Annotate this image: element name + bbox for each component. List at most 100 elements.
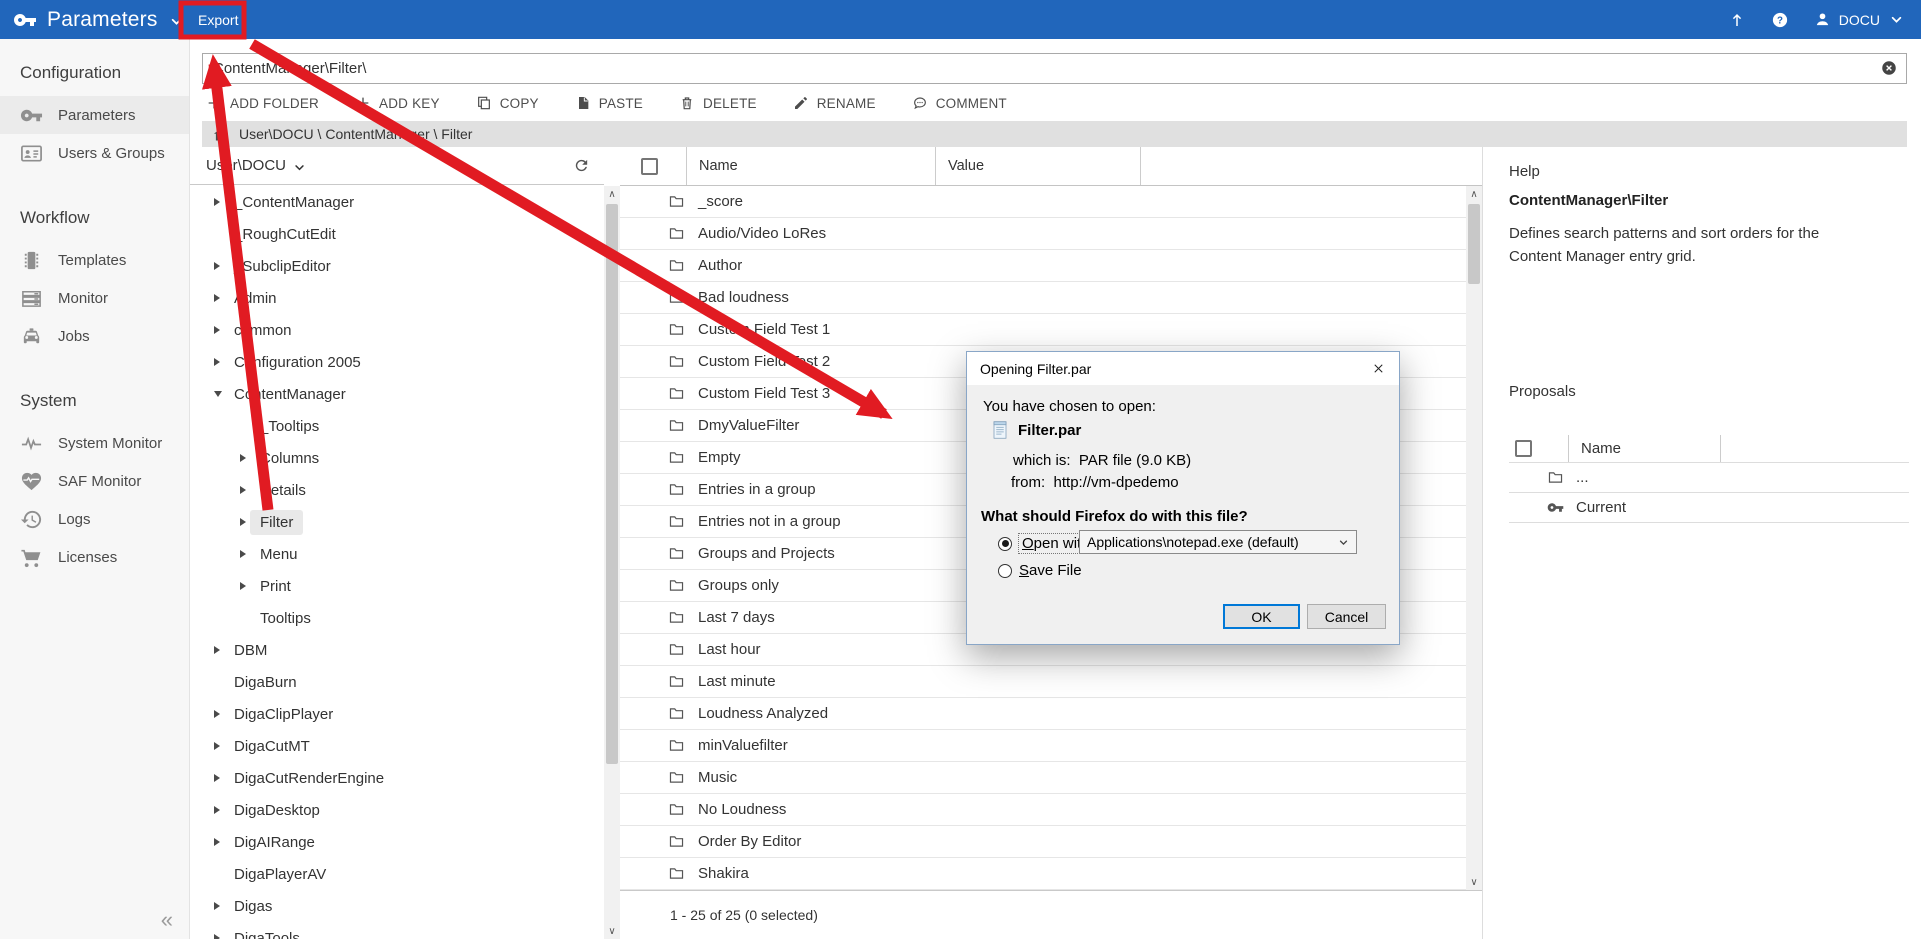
proposal-row[interactable]: ... [1509,463,1909,493]
tree-item[interactable]: Menu [190,538,604,570]
table-row[interactable]: Custom Field Test 1 [620,314,1466,346]
tree-item[interactable]: Tooltips [190,602,604,634]
toolbar-button[interactable]: ADD FOLDER [206,95,319,111]
refresh-icon[interactable] [573,157,590,174]
save-file-label[interactable]: Save File [1019,562,1082,579]
help-icon[interactable]: ? [1771,11,1789,29]
column-header-value[interactable]: Value [935,147,1140,185]
table-scrollbar[interactable] [1466,186,1482,890]
tree-scope-selector[interactable]: User\DOCU [206,157,307,175]
table-row[interactable]: No Loudness [620,794,1466,826]
expander-icon[interactable] [214,890,234,922]
expander-icon[interactable] [214,282,234,314]
expander-icon[interactable] [214,218,234,250]
tree-item[interactable]: DBM [190,634,604,666]
tree-item[interactable]: DigaDesktop [190,794,604,826]
column-header-name[interactable]: Name [686,147,935,185]
table-row[interactable]: minValuefilter [620,730,1466,762]
expander-icon[interactable] [240,442,260,474]
scroll-down-icon[interactable] [604,923,620,939]
table-row[interactable]: _score [620,186,1466,218]
expander-icon[interactable] [214,250,234,282]
sidebar-item[interactable]: System Monitor [0,424,189,462]
tree-item[interactable]: Details [190,474,604,506]
expander-icon[interactable] [240,474,260,506]
export-button[interactable]: Export [192,11,244,29]
tree-item[interactable]: common [190,314,604,346]
tree-item[interactable]: DigaTools [190,922,604,939]
scrollbar-thumb[interactable] [606,204,618,764]
toolbar-button[interactable]: RENAME [793,95,876,111]
tree-item[interactable]: Columns [190,442,604,474]
user-menu[interactable]: DOCU [1814,11,1905,28]
expander-icon[interactable] [240,538,260,570]
tree-item[interactable]: _ContentManager [190,186,604,218]
table-row[interactable]: Last minute [620,666,1466,698]
expander-icon[interactable] [240,410,260,442]
cancel-button[interactable]: Cancel [1307,604,1386,629]
clear-icon[interactable] [1880,59,1898,77]
expander-icon[interactable] [214,730,234,762]
upload-icon[interactable] [1728,11,1746,29]
expander-icon[interactable] [214,314,234,346]
chevron-down-icon[interactable] [168,10,185,30]
expander-icon[interactable] [214,378,234,410]
tree-item[interactable]: DigaCutRenderEngine [190,762,604,794]
tree-item[interactable]: DigaClipPlayer [190,698,604,730]
expander-icon[interactable] [214,666,234,698]
close-icon[interactable] [1371,361,1386,376]
scroll-up-icon[interactable] [604,186,620,202]
expander-icon[interactable] [214,186,234,218]
expander-icon[interactable] [240,570,260,602]
sidebar-item[interactable]: Licenses [0,538,189,576]
scroll-up-icon[interactable] [1466,186,1482,202]
proposal-row[interactable]: Current [1509,493,1909,523]
toolbar-button[interactable]: ADD KEY [355,95,440,111]
proposals-column-name[interactable]: Name [1568,435,1720,462]
tree-item[interactable]: _Tooltips [190,410,604,442]
proposals-select-all-checkbox[interactable] [1515,440,1532,457]
toolbar-button[interactable]: COPY [476,95,539,111]
toolbar-button[interactable]: PASTE [575,95,643,111]
expander-icon[interactable] [214,762,234,794]
tree-item[interactable]: DigAIRange [190,826,604,858]
tree-item[interactable]: DigaCutMT [190,730,604,762]
tree-item[interactable]: Admin [190,282,604,314]
open-with-select[interactable]: Applications\notepad.exe (default) [1079,530,1357,554]
sidebar-item[interactable]: Monitor [0,279,189,317]
home-icon[interactable] [212,126,229,143]
tree-item[interactable]: _RoughCutEdit [190,218,604,250]
expander-icon[interactable] [214,922,234,939]
table-row[interactable]: Author [620,250,1466,282]
table-row[interactable]: Bad loudness [620,282,1466,314]
sidebar-item[interactable]: Parameters [0,96,189,134]
tree-item[interactable]: DigaPlayerAV [190,858,604,890]
tree-scrollbar[interactable] [604,186,620,939]
table-row[interactable]: Audio/Video LoRes [620,218,1466,250]
expander-icon[interactable] [214,826,234,858]
scroll-down-icon[interactable] [1466,874,1482,890]
tree-item[interactable]: DigaBurn [190,666,604,698]
select-all-checkbox[interactable] [641,158,658,175]
open-with-radio[interactable] [998,537,1012,551]
sidebar-item[interactable]: Jobs [0,317,189,355]
tree-item[interactable]: Filter [190,506,604,538]
sidebar-item[interactable]: SAF Monitor [0,462,189,500]
table-row[interactable]: Loudness Analyzed [620,698,1466,730]
expander-icon[interactable] [214,698,234,730]
scrollbar-thumb[interactable] [1468,204,1480,284]
sidebar-collapse-button[interactable] [161,907,173,933]
table-row[interactable]: Shakira [620,858,1466,890]
expander-icon[interactable] [240,602,260,634]
sidebar-item[interactable]: Templates [0,241,189,279]
ok-button[interactable]: OK [1223,604,1300,629]
sidebar-item[interactable]: Users & Groups [0,134,189,172]
tree-item[interactable]: Print [190,570,604,602]
sidebar-item[interactable]: Logs [0,500,189,538]
toolbar-button[interactable]: COMMENT [912,95,1007,111]
tree-item[interactable]: Configuration 2005 [190,346,604,378]
expander-icon[interactable] [214,346,234,378]
expander-icon[interactable] [214,794,234,826]
expander-icon[interactable] [214,634,234,666]
tree-item[interactable]: ContentManager [190,378,604,410]
